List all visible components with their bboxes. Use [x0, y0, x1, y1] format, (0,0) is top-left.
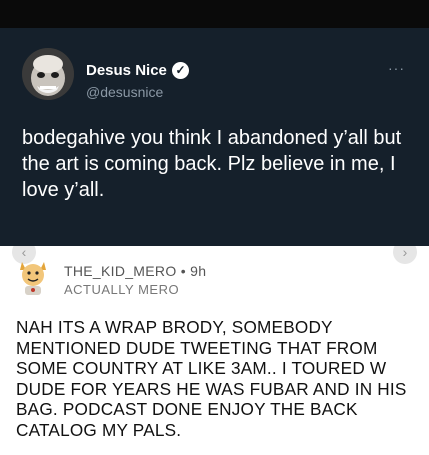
tweet-text: bodegahive you think I abandoned y’all b…	[22, 127, 402, 201]
author-handle[interactable]: @desusnice	[86, 84, 163, 100]
reply-avatar-image	[20, 262, 46, 295]
avatar[interactable]	[22, 48, 74, 100]
separator: •	[176, 263, 191, 279]
reply-avatar[interactable]	[16, 258, 50, 296]
reply-time: 9h	[190, 263, 207, 279]
reply-meta: THE_KID_MERO • 9h	[64, 263, 206, 279]
tweet-card: Desus Nice ✓ @desusnice ··· bodegahive y…	[0, 28, 429, 246]
reply-author[interactable]: THE_KID_MERO	[64, 263, 177, 279]
reply-flair: ACTUALLY MERO	[64, 282, 180, 297]
reply-card: ‹ › THE_KID_MERO • 9h ACTUALLY MERO NAH …	[0, 246, 429, 455]
reply-text: NAH ITS A WRAP BRODY, SOMEBODY MENTIONED…	[16, 317, 407, 440]
more-options-icon[interactable]: ···	[388, 60, 405, 76]
chevron-right-icon[interactable]: ›	[393, 246, 417, 264]
verified-icon: ✓	[172, 62, 189, 79]
top-strip	[0, 0, 429, 28]
author-name[interactable]: Desus Nice	[86, 62, 167, 79]
avatar-image	[22, 48, 74, 100]
